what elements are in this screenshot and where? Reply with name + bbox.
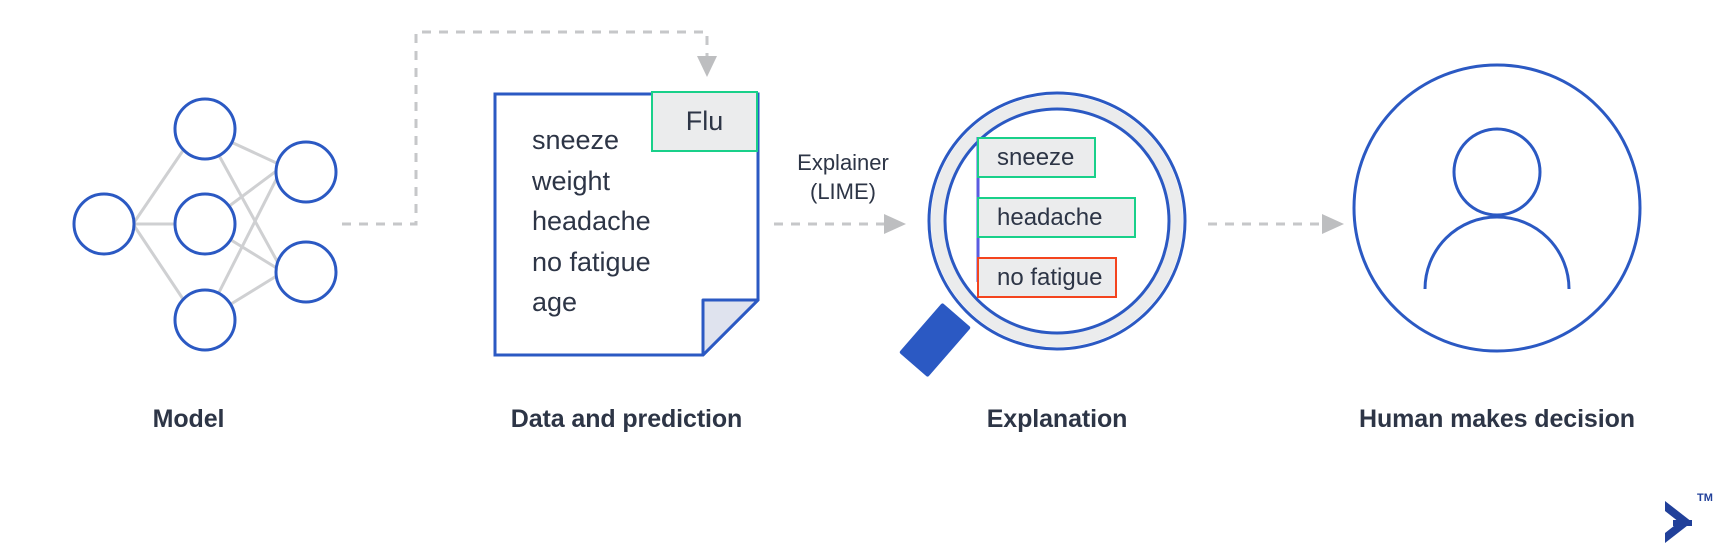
feature-item: sneeze [532, 125, 620, 155]
explanation-bar-headache: headache [977, 197, 1136, 238]
explanation-bar-no-fatigue: no fatigue [977, 257, 1117, 298]
caption-explanation: Explanation [986, 405, 1128, 433]
avatar-outer-circle [1352, 63, 1642, 353]
explanation-bar-label: headache [997, 203, 1103, 231]
explanation-bar-label: no fatigue [997, 263, 1103, 291]
feature-item: no fatigue [532, 246, 651, 277]
avatar-shoulders [1423, 215, 1571, 290]
caption-human-makes-decision: Human makes decision [1359, 405, 1635, 433]
trademark-symbol: TM [1697, 492, 1713, 504]
nn-node-hidden-3 [173, 288, 237, 352]
feature-item: weight [532, 165, 611, 196]
data-and-prediction-card: sneeze weight headache no fatigue age Fl… [494, 91, 759, 355]
person-avatar-icon [1352, 63, 1642, 353]
diagram-canvas: sneeze weight headache no fatigue age Fl… [0, 0, 1720, 560]
feedback-arrow-head [697, 56, 717, 77]
nn-node-output-1 [274, 140, 338, 204]
explainer-label-line1: Explainer [797, 150, 889, 175]
explanation-bar-label: sneeze [997, 143, 1075, 171]
magnifier-handle-icon [899, 303, 971, 377]
prediction-badge-label: Flu [685, 106, 724, 136]
nn-node-hidden-2 [173, 192, 237, 256]
prediction-badge: Flu [651, 91, 758, 152]
explanation-to-human-arrow-head [1322, 214, 1344, 234]
feature-item: age [532, 287, 578, 317]
diagram-graphics-layer [72, 30, 1692, 543]
feature-item: headache [532, 206, 651, 236]
caption-model: Model [152, 405, 225, 433]
neural-network-links [131, 128, 285, 322]
nn-node-output-2 [274, 240, 338, 304]
toptal-logo [1665, 501, 1692, 543]
neural-network-nodes [72, 97, 338, 352]
caption-data-and-prediction: Data and prediction [510, 405, 743, 433]
nn-node-input-1 [72, 192, 136, 256]
avatar-head [1452, 127, 1542, 217]
explainer-label-line2: (LIME) [810, 179, 876, 204]
bar-spacer [977, 178, 1167, 197]
nn-node-hidden-1 [173, 97, 237, 161]
explanation-bar-sneeze: sneeze [977, 137, 1096, 178]
explanation-bar-chart: sneeze headache no fatigue [977, 137, 1167, 298]
bar-spacer [977, 238, 1167, 257]
feature-list: sneeze weight headache no fatigue age [532, 120, 651, 323]
explainer-label: Explainer (LIME) [779, 148, 907, 206]
prediction-to-explainer-arrow-head [884, 214, 906, 234]
